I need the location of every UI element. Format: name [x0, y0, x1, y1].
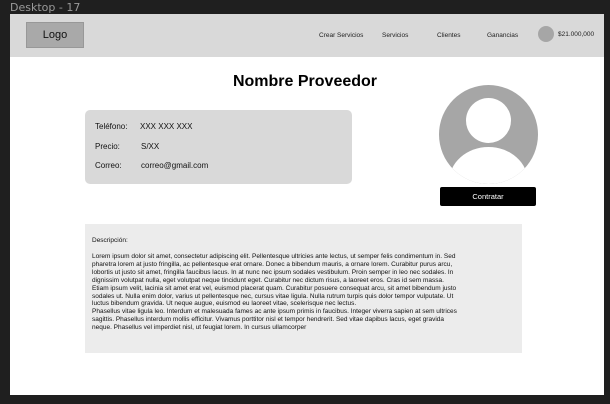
profile-body-shape	[449, 147, 528, 184]
price-value: S/XX	[141, 142, 160, 151]
page-title: Nombre Proveedor	[232, 73, 378, 90]
user-avatar-icon[interactable]	[538, 26, 554, 42]
info-row-phone: Teléfono: XXX XXX XXX	[95, 122, 192, 131]
email-value: correo@gmail.com	[141, 161, 209, 170]
page: Logo Crear Servicios Servicios Clientes …	[10, 14, 604, 395]
price-label: Precio:	[95, 142, 120, 151]
description-label: Descripción:	[92, 237, 128, 244]
nav-ganancias[interactable]: Ganancias	[487, 32, 518, 39]
provider-info-card: Teléfono: XXX XXX XXX Precio: S/XX Corre…	[85, 110, 352, 184]
phone-value: XXX XXX XXX	[140, 122, 193, 131]
frame-label: Desktop - 17	[10, 1, 81, 14]
hire-button[interactable]: Contratar	[440, 187, 536, 206]
info-row-price: Precio: S/XX	[95, 142, 159, 151]
info-row-email: Correo: correo@gmail.com	[95, 161, 208, 170]
nav-servicios[interactable]: Servicios	[382, 32, 408, 39]
nav-clientes[interactable]: Clientes	[437, 32, 460, 39]
profile-placeholder-icon	[439, 85, 538, 184]
phone-label: Teléfono:	[95, 122, 128, 131]
balance-amount: $21.000,000	[558, 31, 595, 38]
header-bar: Logo Crear Servicios Servicios Clientes …	[10, 14, 604, 57]
nav-crear-servicios[interactable]: Crear Servicios	[319, 32, 363, 39]
description-text: Lorem ipsum dolor sit amet, consectetur …	[92, 253, 457, 332]
description-box: Descripción: Lorem ipsum dolor sit amet,…	[85, 224, 522, 353]
profile-head-shape	[466, 98, 511, 143]
email-label: Correo:	[95, 161, 122, 170]
logo[interactable]: Logo	[26, 22, 84, 48]
